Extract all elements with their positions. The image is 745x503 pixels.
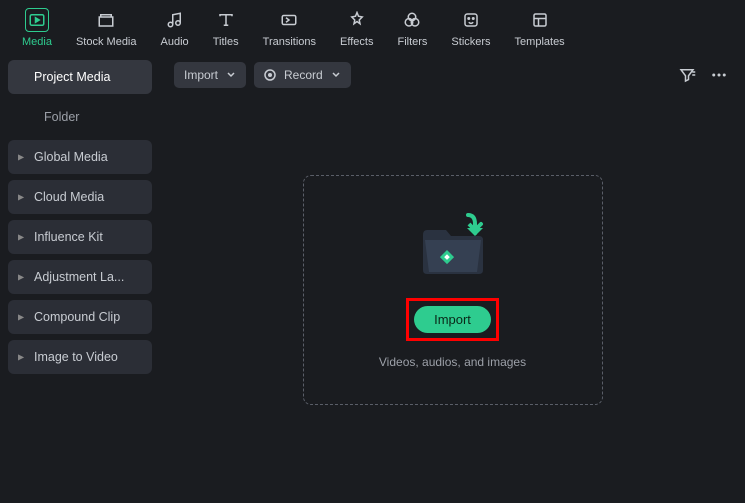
toolbar-label: Stock Media	[76, 36, 137, 48]
filter-icon	[678, 66, 696, 84]
audio-icon	[163, 8, 187, 32]
sidebar-item-project-media[interactable]: Project Media	[8, 60, 152, 94]
button-label: Record	[284, 68, 323, 82]
sidebar-item-cloud-media[interactable]: ▶ Cloud Media	[8, 180, 152, 214]
chevron-down-icon	[226, 70, 236, 80]
chevron-right-icon: ▶	[18, 273, 24, 282]
sidebar-item-global-media[interactable]: ▶ Global Media	[8, 140, 152, 174]
sidebar: Project Media Folder ▶ Global Media ▶ Cl…	[0, 52, 160, 501]
sidebar-item-image-to-video[interactable]: ▶ Image to Video	[8, 340, 152, 374]
toolbar-label: Templates	[515, 36, 565, 48]
stickers-icon	[459, 8, 483, 32]
toolbar-label: Media	[22, 36, 52, 48]
sidebar-item-label: Global Media	[34, 150, 108, 164]
more-horizontal-icon	[710, 66, 728, 84]
toolbar-titles[interactable]: Titles	[201, 6, 251, 50]
chevron-right-icon: ▶	[18, 353, 24, 362]
toolbar-label: Titles	[213, 36, 239, 48]
toolbar-audio[interactable]: Audio	[149, 6, 201, 50]
sidebar-item-influence-kit[interactable]: ▶ Influence Kit	[8, 220, 152, 254]
chevron-right-icon: ▶	[18, 153, 24, 162]
import-dropdown-button[interactable]: Import	[174, 62, 246, 88]
templates-icon	[528, 8, 552, 32]
toolbar-stock-media[interactable]: Stock Media	[64, 6, 149, 50]
chevron-right-icon: ▶	[18, 313, 24, 322]
chevron-right-icon: ▶	[18, 233, 24, 242]
filter-button[interactable]	[675, 63, 699, 87]
toolbar-media[interactable]: Media	[10, 6, 64, 50]
chevron-right-icon: ▶	[18, 193, 24, 202]
sidebar-item-label: Compound Clip	[34, 310, 120, 324]
toolbar-effects[interactable]: Effects	[328, 6, 385, 50]
toolbar-templates[interactable]: Templates	[503, 6, 577, 50]
filters-icon	[400, 8, 424, 32]
record-dropdown-button[interactable]: Record	[254, 62, 351, 88]
transitions-icon	[277, 8, 301, 32]
import-button[interactable]: Import	[414, 306, 491, 333]
import-dropzone[interactable]: Import Videos, audios, and images	[303, 175, 603, 405]
toolbar-label: Audio	[161, 36, 189, 48]
effects-icon	[345, 8, 369, 32]
toolbar-transitions[interactable]: Transitions	[251, 6, 328, 50]
titles-icon	[214, 8, 238, 32]
more-button[interactable]	[707, 63, 731, 87]
stock-icon	[94, 8, 118, 32]
sidebar-item-compound-clip[interactable]: ▶ Compound Clip	[8, 300, 152, 334]
toolbar-filters[interactable]: Filters	[385, 6, 439, 50]
toolbar-label: Transitions	[263, 36, 316, 48]
toolbar-label: Stickers	[451, 36, 490, 48]
sidebar-item-label: Cloud Media	[34, 190, 104, 204]
sidebar-item-folder[interactable]: Folder	[8, 100, 152, 134]
media-icon	[25, 8, 49, 32]
sidebar-item-label: Image to Video	[34, 350, 118, 364]
sidebar-item-label: Project Media	[34, 70, 110, 84]
chevron-down-icon	[331, 70, 341, 80]
sidebar-item-label: Folder	[44, 110, 79, 124]
sidebar-item-adjustment-layer[interactable]: ▶ Adjustment La...	[8, 260, 152, 294]
toolbar-label: Effects	[340, 36, 373, 48]
toolbar-label: Filters	[397, 36, 427, 48]
toolbar-stickers[interactable]: Stickers	[439, 6, 502, 50]
button-label: Import	[184, 68, 218, 82]
dropzone-hint: Videos, audios, and images	[379, 355, 526, 369]
folder-download-icon	[413, 210, 493, 280]
import-highlight-box: Import	[406, 298, 499, 341]
button-label: Import	[434, 312, 471, 327]
sidebar-item-label: Adjustment La...	[34, 270, 124, 284]
record-icon	[264, 69, 276, 81]
sidebar-item-label: Influence Kit	[34, 230, 103, 244]
